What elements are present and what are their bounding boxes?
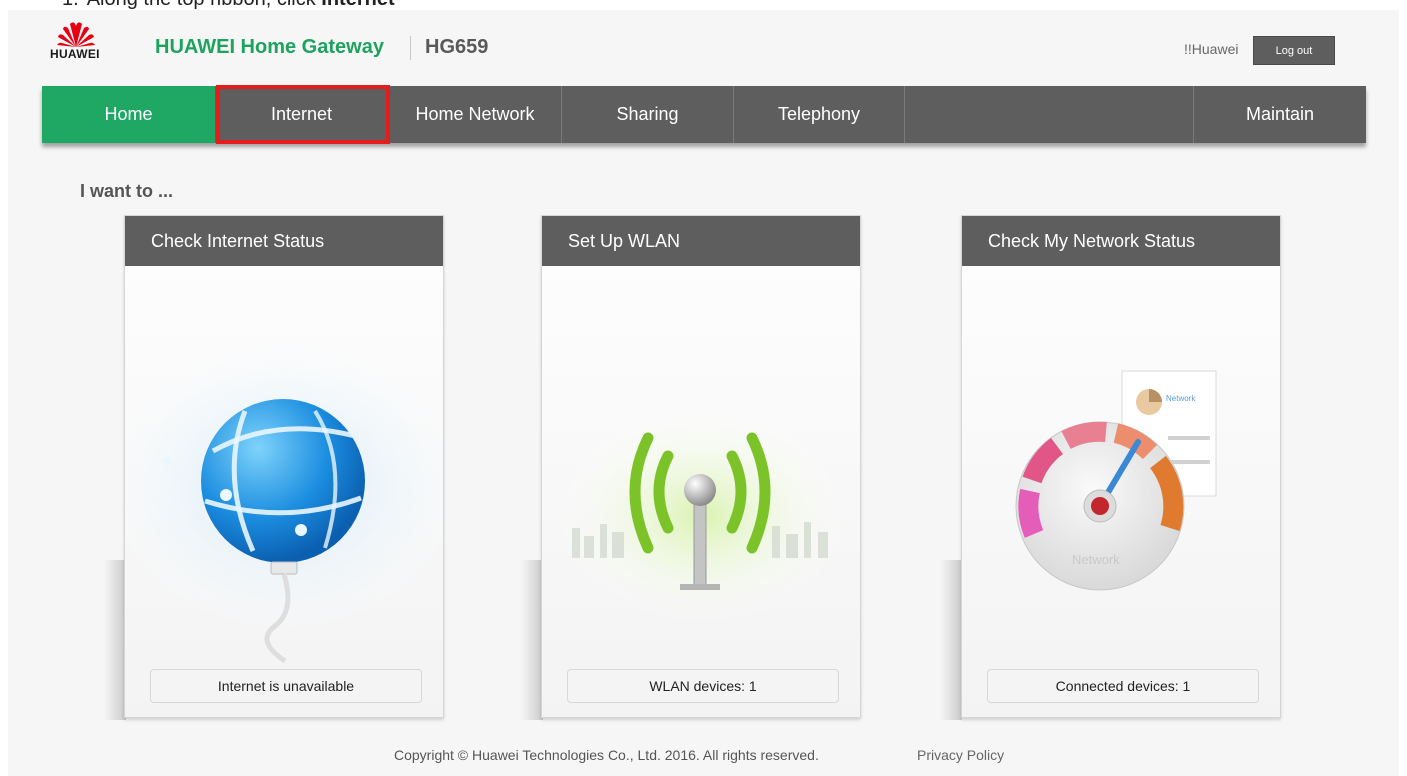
- card-shadow: [521, 560, 543, 720]
- wifi-antenna-icon: [552, 406, 852, 626]
- card-set-up-wlan[interactable]: Set Up WLAN WLAN devices: 1: [541, 215, 861, 718]
- step-number: 1.: [62, 0, 79, 10]
- connected-devices-text: Connected devices: 1: [987, 669, 1259, 703]
- model-name: HG659: [425, 36, 489, 58]
- logo-text: HUAWEI: [50, 47, 100, 61]
- user-name: !!Huawei: [1184, 41, 1239, 57]
- globe-icon: [125, 346, 443, 664]
- card-body: Internet is unavailable: [125, 266, 443, 717]
- nav-item-home[interactable]: Home: [42, 86, 215, 143]
- logout-button[interactable]: Log out: [1253, 36, 1335, 65]
- card-title: Check My Network Status: [962, 216, 1280, 266]
- card-check-internet-status[interactable]: Check Internet Status Internet is unavai…: [124, 215, 444, 718]
- card-title: Check Internet Status: [125, 216, 443, 266]
- card-shadow: [104, 560, 126, 720]
- card-body: Network Network Connected devices: 1: [962, 266, 1280, 717]
- doc-network-label: Network: [1166, 394, 1196, 403]
- card-shadow: [940, 560, 962, 720]
- internet-status-text: Internet is unavailable: [150, 669, 422, 703]
- highlight-annotation: [216, 85, 390, 144]
- caption-bold-text: Internet: [321, 0, 394, 10]
- header-divider: [410, 36, 411, 60]
- gauge-network-label: Network: [1072, 552, 1120, 567]
- speed-gauge-icon: Network Network: [1015, 370, 1217, 591]
- caption-text: Along the top ribbon, click: [87, 0, 322, 10]
- brand-title: HUAWEI Home Gateway: [155, 36, 384, 58]
- nav-spacer: [905, 86, 1194, 143]
- privacy-policy-link[interactable]: Privacy Policy: [917, 747, 1004, 763]
- nav-item-sharing[interactable]: Sharing: [562, 86, 734, 143]
- card-check-network-status[interactable]: Check My Network Status Network Network …: [961, 215, 1281, 718]
- nav-item-telephony[interactable]: Telephony: [734, 86, 905, 143]
- card-title: Set Up WLAN: [542, 216, 860, 266]
- nav-item-home-network[interactable]: Home Network: [389, 86, 562, 143]
- section-heading: I want to ...: [80, 181, 173, 201]
- copyright-text: Copyright © Huawei Technologies Co., Ltd…: [394, 747, 819, 763]
- card-body: WLAN devices: 1: [542, 266, 860, 717]
- nav-item-maintain[interactable]: Maintain: [1194, 86, 1366, 143]
- wlan-devices-text: WLAN devices: 1: [567, 669, 839, 703]
